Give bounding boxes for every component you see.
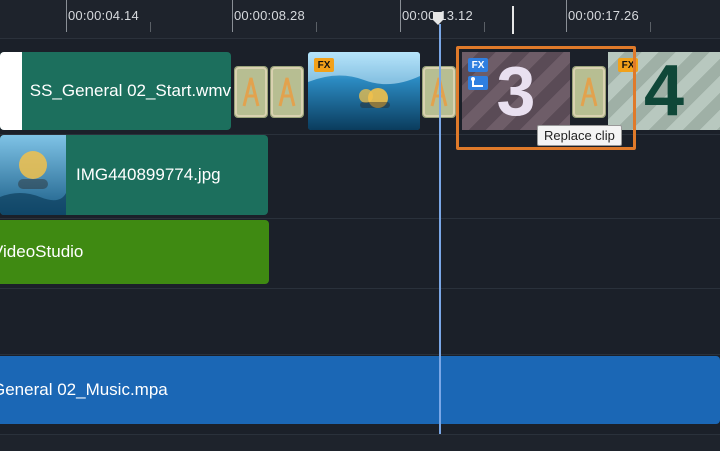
video-clip-underwater[interactable]: FX [308,52,420,130]
empty-track [0,288,720,355]
clip-label: VideoStudio [0,242,84,261]
clip-thumbnail [0,52,22,130]
timecode-label: 00:00:04.14 [68,8,139,23]
timecode-label: 00:00:08.28 [234,8,305,23]
overlay-clip[interactable]: IMG440899774.jpg [0,135,268,215]
timecode-label: 00:00:17.26 [568,8,639,23]
ruler-tick [400,0,401,32]
clip-label: SS_General 02_Start.wmv [29,81,231,100]
ruler-tick [150,22,151,32]
ruler-tick [232,0,233,32]
ruler-tick [316,22,317,32]
transition-icon [271,67,303,117]
clip-label: General 02_Music.mpa [0,380,168,399]
fx-badge: FX [314,58,334,72]
music-clip[interactable]: General 02_Music.mpa [0,356,720,424]
playhead-line[interactable] [439,24,441,434]
clip-label: IMG440899774.jpg [76,165,221,184]
timeline-ruler[interactable]: 00:00:04.14 00:00:08.28 00:00:13.12 00:0… [0,0,720,39]
transition-tile[interactable] [234,66,268,118]
clip-number: 4 [643,51,685,131]
ruler-tick [566,0,567,32]
title-clip[interactable]: VideoStudio [0,220,269,284]
overlay-thumbnail [0,135,66,215]
timeline-scrollbar[interactable] [0,434,720,451]
ruler-tick [66,0,67,32]
ruler-tick [484,22,485,32]
ruler-tick [650,22,651,32]
transition-icon [235,67,267,117]
video-clip-start[interactable]: SS_General 02_Start.wmv [0,52,231,130]
playhead-marker[interactable] [432,12,444,26]
ruler-marker [512,6,514,34]
transition-tile[interactable] [270,66,304,118]
